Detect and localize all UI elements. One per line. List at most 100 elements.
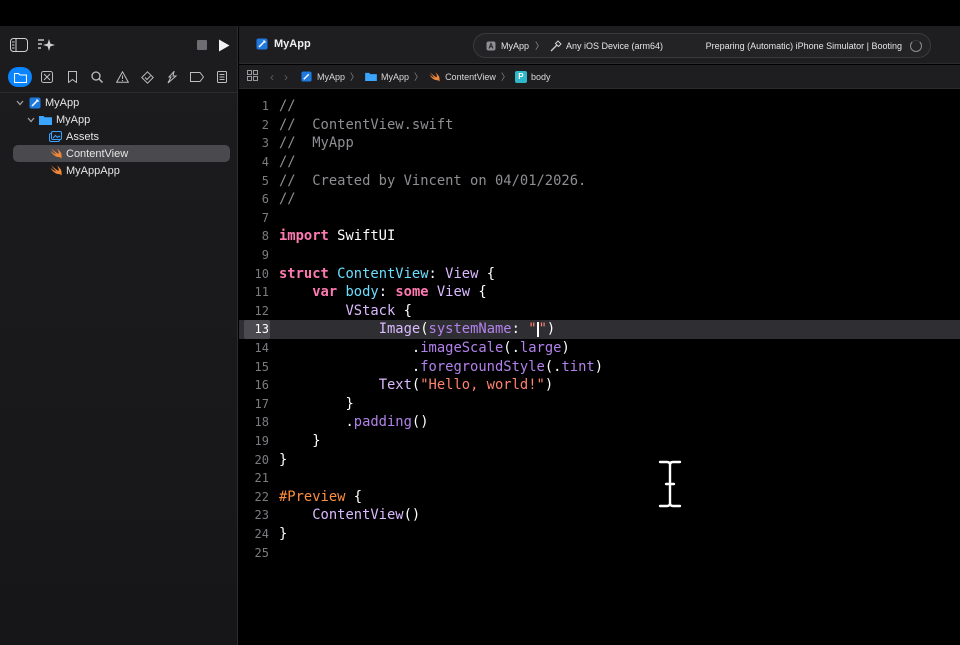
line-number[interactable]: 2 xyxy=(239,118,269,132)
line-number[interactable]: 10 xyxy=(239,267,269,281)
code-line[interactable]: 11 var body: some View { xyxy=(239,283,960,302)
jumpbar-item-folder[interactable]: MyApp xyxy=(364,71,409,82)
code-line[interactable]: 7 xyxy=(239,209,960,228)
issue-navigator-icon[interactable] xyxy=(112,67,132,87)
line-number[interactable]: 7 xyxy=(239,211,269,225)
code-line[interactable]: 3 // MyApp xyxy=(239,134,960,153)
coding-assistant-icon[interactable] xyxy=(36,36,56,54)
code-line[interactable]: 25 xyxy=(239,543,960,562)
line-number[interactable]: 3 xyxy=(239,136,269,150)
line-number[interactable]: 16 xyxy=(239,378,269,392)
code-line[interactable]: 9 xyxy=(239,246,960,265)
jumpbar-item-symbol[interactable]: P body xyxy=(514,70,551,83)
code-line[interactable]: 14 .imageScale(.large) xyxy=(239,339,960,358)
tree-item-project[interactable]: MyApp xyxy=(0,94,238,111)
code-token: "Hello, world!" xyxy=(420,377,545,394)
code-line[interactable]: 24} xyxy=(239,525,960,544)
code-text: .padding() xyxy=(279,414,428,430)
line-number[interactable]: 13 xyxy=(239,322,269,336)
tree-item-label: MyAppApp xyxy=(66,164,120,177)
project-name: MyApp xyxy=(274,38,311,50)
back-icon[interactable]: ‹ xyxy=(270,70,274,84)
code-text: var body: some View { xyxy=(279,284,487,300)
code-line[interactable]: 23 ContentView() xyxy=(239,506,960,525)
property-icon: P xyxy=(514,70,527,83)
code-line[interactable]: 20} xyxy=(239,450,960,469)
line-number[interactable]: 22 xyxy=(239,490,269,504)
line-number[interactable]: 5 xyxy=(239,174,269,188)
navigator-toggle-icon[interactable] xyxy=(9,36,29,54)
xcode-project-icon xyxy=(28,97,41,108)
code-token: ) xyxy=(546,321,556,338)
forward-icon[interactable]: › xyxy=(284,70,288,84)
code-token: var xyxy=(312,284,338,301)
code-token: SwiftUI xyxy=(328,228,396,245)
destination-selector[interactable]: Any iOS Device (arm64) xyxy=(550,39,663,51)
code-line[interactable]: 18 .padding() xyxy=(239,413,960,432)
code-line[interactable]: 10 struct ContentView: View { xyxy=(239,264,960,283)
chevron-down-icon[interactable] xyxy=(26,115,36,125)
find-navigator-icon[interactable] xyxy=(87,67,107,87)
project-title[interactable]: MyApp xyxy=(255,38,311,50)
bookmark-navigator-icon[interactable] xyxy=(62,67,82,87)
run-icon[interactable] xyxy=(214,36,234,54)
chevron-down-icon[interactable] xyxy=(15,98,25,108)
line-number[interactable]: 6 xyxy=(239,192,269,206)
tree-item-folder[interactable]: MyApp xyxy=(0,111,238,128)
tree-item-assets[interactable]: Assets xyxy=(0,128,238,145)
tree-item-contentview[interactable]: ContentView xyxy=(13,145,230,162)
code-text: // Created by Vincent on 04/01/2026. xyxy=(279,173,586,189)
test-navigator-icon[interactable] xyxy=(137,67,157,87)
debug-navigator-icon[interactable] xyxy=(162,67,182,87)
related-items-icon[interactable] xyxy=(247,70,258,83)
code-line[interactable]: 17 } xyxy=(239,395,960,414)
code-line[interactable]: 5 // Created by Vincent on 04/01/2026. xyxy=(239,171,960,190)
code-token: { xyxy=(395,302,412,319)
code-line[interactable]: 21 xyxy=(239,469,960,488)
source-editor[interactable]: 1 // 2 // ContentView.swift 3 // MyApp 4 // 5 // … xyxy=(239,90,960,645)
code-line[interactable]: 15 .foregroundStyle(.tint) xyxy=(239,357,960,376)
line-number[interactable]: 25 xyxy=(239,546,269,560)
code-line[interactable]: 16 Text("Hello, world!") xyxy=(239,376,960,395)
line-number[interactable]: 19 xyxy=(239,434,269,448)
code-line[interactable]: 6 // xyxy=(239,190,960,209)
line-number[interactable]: 18 xyxy=(239,415,269,429)
code-token: (. xyxy=(503,340,520,357)
line-number[interactable]: 12 xyxy=(239,304,269,318)
project-navigator-icon[interactable] xyxy=(8,67,32,87)
tree-item-myappapp[interactable]: MyAppApp xyxy=(0,162,238,179)
line-number[interactable]: 20 xyxy=(239,453,269,467)
line-number[interactable]: 23 xyxy=(239,508,269,522)
code-line[interactable]: 12 VStack { xyxy=(239,302,960,321)
breakpoint-navigator-icon[interactable] xyxy=(187,67,207,87)
source-control-navigator-icon[interactable] xyxy=(37,67,57,87)
code-line[interactable]: 8 import SwiftUI xyxy=(239,227,960,246)
line-number[interactable]: 15 xyxy=(239,360,269,374)
jumpbar-label: MyApp xyxy=(381,71,410,82)
line-number[interactable]: 24 xyxy=(239,527,269,541)
line-number[interactable]: 21 xyxy=(239,471,269,485)
line-number[interactable]: 4 xyxy=(239,155,269,169)
jumpbar-item-file[interactable]: ContentView xyxy=(428,71,496,82)
code-line[interactable]: 19 } xyxy=(239,432,960,451)
stop-icon[interactable] xyxy=(192,36,212,54)
window-top-bar xyxy=(0,0,960,26)
jumpbar-label: ContentView xyxy=(445,71,496,82)
line-number[interactable]: 9 xyxy=(239,248,269,262)
scheme-selector[interactable]: MyApp xyxy=(484,40,529,51)
tree-item-label: MyApp xyxy=(56,113,91,126)
code-line[interactable]: 4 // xyxy=(239,153,960,172)
line-number[interactable]: 1 xyxy=(239,99,269,113)
line-number[interactable]: 17 xyxy=(239,397,269,411)
code-line[interactable]: 22 #Preview { xyxy=(239,488,960,507)
jumpbar-label: body xyxy=(530,71,551,82)
report-navigator-icon[interactable] xyxy=(212,67,232,87)
line-number[interactable]: 11 xyxy=(239,285,269,299)
code-line[interactable]: 1 // xyxy=(239,97,960,116)
line-number[interactable]: 8 xyxy=(239,229,269,243)
code-line[interactable]: 2 // ContentView.swift xyxy=(239,116,960,135)
code-token: ContentView xyxy=(312,507,404,524)
code-line[interactable]: 13 Image(systemName: " ") xyxy=(239,320,960,339)
line-number[interactable]: 14 xyxy=(239,341,269,355)
jumpbar-item-project[interactable]: MyApp xyxy=(300,71,345,82)
